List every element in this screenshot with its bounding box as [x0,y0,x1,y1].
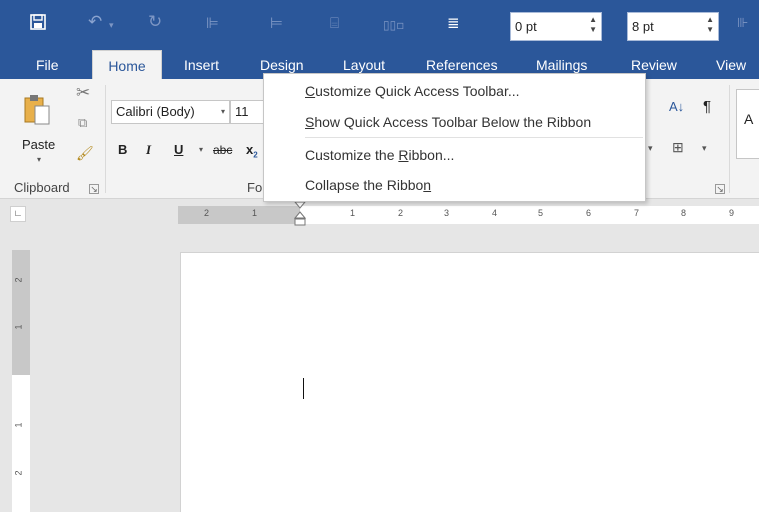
group-divider [729,85,730,193]
ruler-label: 1 [252,208,258,218]
distribute-icon[interactable]: ⌸ [330,13,339,33]
paste-icon[interactable] [22,92,52,131]
save-icon[interactable] [30,14,46,35]
cut-icon[interactable]: ✂ [76,83,90,103]
spacing-after-field[interactable]: 8 pt ▲ ▼ [627,12,719,41]
tab-home[interactable]: Home [92,50,162,79]
bold-button[interactable]: B [118,142,127,157]
shading-dropdown-icon[interactable]: ▾ [648,143,653,154]
undo-dropdown-icon[interactable]: ▾ [109,16,114,36]
tab-selector-icon[interactable]: ∟ [10,206,26,222]
ruler-label: 2 [13,277,24,283]
spacing-before-value: 0 pt [515,19,537,34]
font-size-combo[interactable]: 11 [230,100,266,124]
menu-item-show-toolbar-below-ribbon[interactable]: Show Quick Access Toolbar Below the Ribb… [305,114,591,130]
spin-arrows-icon[interactable]: ▲ ▼ [589,15,597,35]
ruler-label: 1 [13,422,24,428]
underline-dropdown-icon[interactable]: ▾ [199,145,203,154]
font-name-value: Calibri (Body) [116,104,195,119]
more-commands-icon[interactable]: ⊪ [737,14,748,34]
subscript-button[interactable]: x2 [246,142,258,160]
ruler-label: 9 [729,208,735,218]
spin-arrows-icon[interactable]: ▲ ▼ [706,15,714,35]
sort-icon[interactable]: A↓ [669,99,684,114]
tab-view[interactable]: View [716,50,746,79]
paragraph-spacing-icon[interactable]: ⊨ [270,13,283,33]
clipboard-launcher-icon[interactable]: ↘ [89,184,99,194]
underline-button[interactable]: U [174,142,183,157]
tab-insert[interactable]: Insert [184,50,219,79]
ruler-label: 1 [13,324,24,330]
strikethrough-button[interactable]: abc [213,143,232,157]
ruler-label: 8 [681,208,687,218]
borders-icon[interactable]: ⊞ [672,139,684,156]
undo-icon[interactable]: ↶ [88,12,102,32]
paste-button[interactable]: Paste [22,137,55,152]
left-margin-region [178,206,300,224]
subscript-mark: 2 [253,150,258,160]
ruler-label: 2 [204,208,210,218]
group-divider [105,85,106,193]
ruler-label: 2 [13,470,24,476]
horizontal-ruler[interactable]: 2 1 1 2 3 4 5 6 7 8 9 [178,202,759,226]
spacing-after-value: 8 pt [632,19,654,34]
show-formatting-button[interactable]: ¶ [703,98,711,115]
style-preview: A [744,111,754,127]
ruler-label: 2 [398,208,404,218]
align-left-icon[interactable]: ⊫ [206,13,219,33]
italic-button[interactable]: I [146,142,151,158]
spacing-before-field[interactable]: 0 pt ▲ ▼ [510,12,602,41]
font-group-label: Fo [247,180,263,195]
styles-gallery[interactable]: A [736,89,759,159]
text-cursor [303,378,304,399]
copy-icon[interactable]: ⧉ [78,115,87,131]
borders-dropdown-icon[interactable]: ▾ [702,143,707,154]
indent-marker-icon[interactable] [294,202,306,226]
menu-separator [305,137,643,138]
clipboard-group-label: Clipboard [14,180,70,195]
format-painter-icon[interactable]: 🖌 [76,145,94,162]
paste-dropdown-icon[interactable]: ▾ [37,155,41,164]
font-size-value: 11 [235,104,249,119]
ruler-label: 3 [444,208,450,218]
menu-item-collapse-ribbon[interactable]: Collapse the Ribbon [305,177,431,193]
quick-access-toolbar: ↶ ▾ ↻ ⊫ ⊨ ⌸ ▯▯▫ ≣ 0 pt ▲ ▼ 8 pt ▲ ▼ ⊪ [0,0,759,50]
ribbon-context-menu: Customize Quick Access Toolbar... Show Q… [263,73,646,202]
ruler-label: 1 [350,208,356,218]
ruler-label: 7 [634,208,640,218]
redo-icon[interactable]: ↻ [148,12,162,32]
paragraph-launcher-icon[interactable]: ↘ [715,184,725,194]
ruler-label: 4 [492,208,498,218]
menu-item-customize-ribbon[interactable]: Customize the Ribbon... [305,147,454,163]
top-margin-region [12,250,30,375]
paragraph-settings-icon[interactable]: ≣ [447,13,460,33]
ruler-label: 6 [586,208,592,218]
font-name-combo[interactable]: Calibri (Body) ▾ [111,100,230,124]
columns-icon[interactable]: ▯▯▫ [383,15,404,35]
ruler-label: 5 [538,208,544,218]
menu-item-customize-quick-access-toolbar[interactable]: Customize Quick Access Toolbar... [305,83,520,99]
document-page[interactable] [180,252,759,512]
tab-file[interactable]: File [36,50,59,79]
font-name-dropdown-icon[interactable]: ▾ [221,101,225,123]
vertical-ruler[interactable]: 2 1 1 2 [12,250,30,512]
